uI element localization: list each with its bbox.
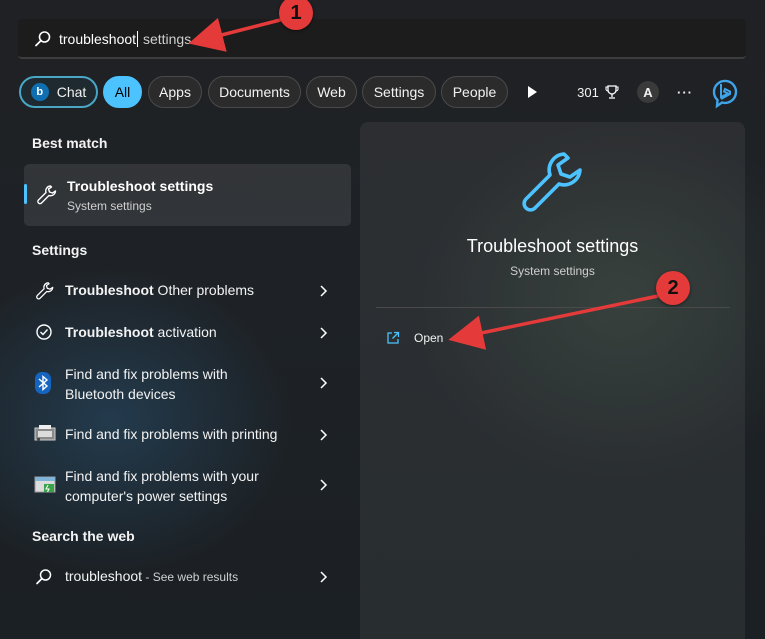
account-avatar[interactable]: A xyxy=(637,81,659,103)
result-troubleshoot-other-problems[interactable]: Troubleshoot Other problems xyxy=(22,276,349,306)
tab-people[interactable]: People xyxy=(441,76,508,108)
search-typed-text: troubleshoot xyxy=(59,31,137,47)
chat-label: Chat xyxy=(56,84,87,100)
bluetooth-icon xyxy=(35,372,51,394)
filter-bar: b Chat All Apps Documents Web Settings P… xyxy=(19,75,749,109)
result-power-troubleshooter[interactable]: Find and fix problems with your computer… xyxy=(22,464,349,508)
search-icon xyxy=(35,31,51,47)
chevron-right-icon xyxy=(320,571,328,583)
best-match-item[interactable]: Troubleshoot settings System settings xyxy=(24,164,351,226)
check-circle-icon xyxy=(36,324,52,340)
wrench-icon xyxy=(36,282,54,300)
result-label: Find and fix problems with printing xyxy=(65,426,278,442)
result-label: Find and fix problems with your computer… xyxy=(65,468,259,504)
wrench-icon xyxy=(37,185,57,205)
annotation-marker-2: 2 xyxy=(656,271,690,305)
tab-all[interactable]: All xyxy=(103,76,142,108)
result-label: Find and fix problems with Bluetooth dev… xyxy=(65,366,228,402)
printer-icon xyxy=(34,425,56,441)
trophy-icon xyxy=(605,85,619,99)
tab-apps[interactable]: Apps xyxy=(148,76,202,108)
search-bar[interactable]: troubleshoot settings xyxy=(18,19,746,59)
selection-accent xyxy=(24,184,27,204)
search-input[interactable]: troubleshoot settings xyxy=(59,31,191,47)
chevron-right-icon xyxy=(320,285,328,297)
result-printing-troubleshooter[interactable]: Find and fix problems with printing xyxy=(22,420,349,450)
search-suggestion: settings xyxy=(139,31,192,47)
best-match-title: Troubleshoot settings xyxy=(67,178,214,194)
chevron-right-icon xyxy=(320,479,328,491)
detail-title: Troubleshoot settings xyxy=(466,236,639,256)
chevron-right-icon xyxy=(320,327,328,339)
search-web-header: Search the web xyxy=(32,528,135,544)
search-icon xyxy=(36,569,52,585)
text-caret xyxy=(137,31,139,47)
open-external-icon xyxy=(387,331,400,344)
detail-pane: Troubleshoot settings System settings Op… xyxy=(360,122,745,639)
wrench-icon xyxy=(522,152,582,212)
chevron-right-icon xyxy=(320,377,328,389)
tab-settings[interactable]: Settings xyxy=(362,76,436,108)
bing-chat-button[interactable] xyxy=(708,75,742,109)
tab-web[interactable]: Web xyxy=(306,76,357,108)
divider xyxy=(376,307,730,308)
chat-button[interactable]: b Chat xyxy=(19,76,98,108)
power-icon xyxy=(34,476,56,493)
rewards-points[interactable]: 301 xyxy=(575,76,621,108)
open-label: Open xyxy=(414,331,444,345)
chevron-right-icon xyxy=(320,429,328,441)
play-more-filters-button[interactable] xyxy=(522,76,542,108)
best-match-subtitle: System settings xyxy=(67,199,152,213)
settings-header: Settings xyxy=(32,242,88,258)
result-label: Troubleshoot activation xyxy=(65,324,217,340)
rewards-points-value: 301 xyxy=(577,84,599,100)
result-troubleshoot-activation[interactable]: Troubleshoot activation xyxy=(22,318,349,348)
result-label: Troubleshoot Other problems xyxy=(65,282,255,298)
result-web-search[interactable]: troubleshoot - See web results xyxy=(22,562,349,592)
best-match-header: Best match xyxy=(32,135,108,151)
bing-icon: b xyxy=(30,83,49,101)
result-bluetooth-troubleshooter[interactable]: Find and fix problems with Bluetooth dev… xyxy=(22,362,349,406)
play-icon xyxy=(528,86,537,98)
result-label: troubleshoot - See web results xyxy=(65,568,239,584)
open-button[interactable]: Open xyxy=(386,328,443,348)
more-options-button[interactable]: ··· xyxy=(674,76,696,108)
tab-documents[interactable]: Documents xyxy=(208,76,301,108)
detail-subtitle: System settings xyxy=(510,264,595,278)
bing-logo-icon xyxy=(712,79,738,109)
